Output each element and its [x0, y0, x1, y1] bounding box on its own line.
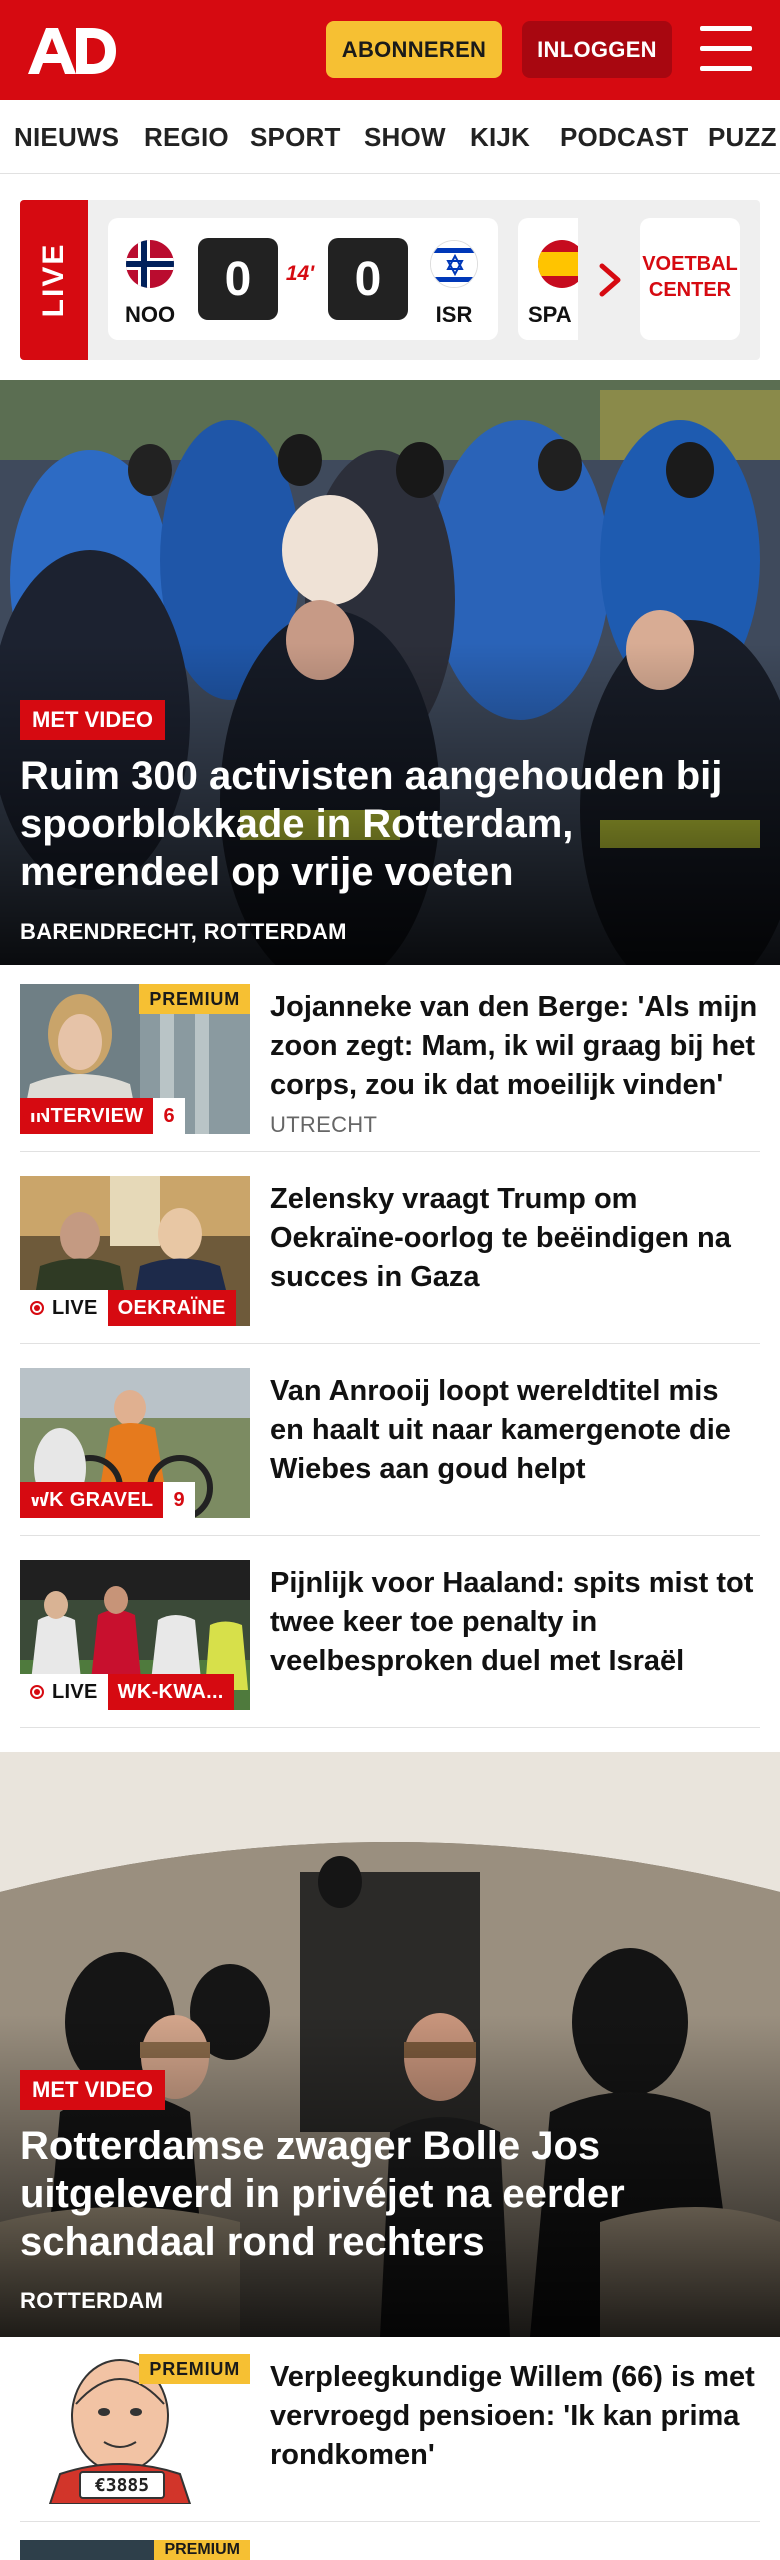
home-score: 0 [198, 238, 278, 320]
nav-item-puzzel[interactable]: PUZZ [708, 122, 777, 153]
comment-icon [21, 1099, 43, 1117]
nav-item-sport[interactable]: SPORT [250, 122, 341, 153]
ad-logo[interactable] [26, 26, 118, 76]
price-plate: €3885 [94, 2475, 150, 2496]
match-card[interactable]: NOO 0 14' 0 ISR [108, 218, 498, 340]
article-location: UTRECHT [270, 1112, 378, 1137]
nav-item-nieuws[interactable]: NIEUWS [14, 122, 119, 153]
next-match-card[interactable]: SPA [518, 218, 578, 340]
article-tag: OEKRAÏNE [107, 1290, 236, 1326]
article-thumbnail: LIVE OEKRAÏNE [20, 1176, 250, 1326]
away-team-code: ISR [435, 302, 473, 327]
hero-article-1[interactable]: MET VIDEO Ruim 300 activisten aangehoude… [0, 380, 780, 965]
live-dot-icon [30, 1685, 44, 1699]
norway-flag-icon [126, 240, 174, 288]
home-team-code: NOO [124, 302, 176, 327]
article-thumbnail: LIVE WK-KWA... [20, 1560, 250, 1710]
hero-title[interactable]: Rotterdamse zwager Bolle Jos uitgeleverd… [20, 2122, 760, 2266]
list-item[interactable]: PREMIUM INTERVIEW 6 Jojanneke van den Be… [20, 966, 760, 1152]
article-title[interactable]: Jojanneke van den Berge: 'Als mijn zoon … [270, 988, 760, 1105]
article-thumbnail: WK GRAVEL 9 [20, 1368, 250, 1518]
comment-count[interactable]: 6 [21, 1098, 185, 1134]
away-score: 0 [328, 238, 408, 320]
spain-flag-icon [538, 240, 578, 288]
comment-icon [21, 1483, 43, 1501]
article-title[interactable]: Van Anrooij loopt wereldtitel mis en haa… [270, 1372, 760, 1489]
article-thumbnail-partial: PREMIUM [20, 2540, 250, 2560]
video-badge: MET VIDEO [20, 700, 166, 740]
list-item[interactable]: LIVE OEKRAÏNE Zelensky vraagt Trump om O… [20, 1158, 760, 1344]
live-badge: LIVE [20, 1290, 108, 1326]
next-team-code: SPA [528, 302, 572, 327]
live-label: LIVE [20, 200, 88, 360]
top-bar: ABONNEREN INLOGGEN [0, 0, 780, 100]
article-title[interactable]: Pijnlijk voor Haaland: spits mist tot tw… [270, 1564, 760, 1681]
subscribe-button[interactable]: ABONNEREN [326, 21, 502, 78]
login-button[interactable]: INLOGGEN [522, 21, 672, 78]
video-badge: MET VIDEO [20, 2070, 166, 2110]
article-thumbnail: PREMIUM INTERVIEW 6 [20, 984, 250, 1134]
live-scores-panel: LIVE NOO 0 14' 0 ISR SPA VOETBAL CENTER [20, 200, 760, 360]
nav-item-podcast[interactable]: PODCAST [560, 122, 689, 153]
live-badge: LIVE [20, 1674, 108, 1710]
hero-location: BARENDRECHT, ROTTERDAM [20, 919, 347, 944]
voetbal-center-button[interactable]: VOETBAL CENTER [640, 218, 740, 340]
premium-badge: PREMIUM [139, 984, 250, 1014]
article-title[interactable]: Verpleegkundige Willem (66) is met vervr… [270, 2358, 760, 2475]
article-tag: WK-KWA... [107, 1674, 234, 1710]
israel-flag-icon [430, 240, 478, 288]
list-item[interactable]: €3885 PREMIUM Verpleegkundige Willem (66… [20, 2336, 760, 2522]
live-dot-icon [30, 1301, 44, 1315]
nav-item-show[interactable]: SHOW [364, 122, 446, 153]
nav-item-kijk[interactable]: KIJK [470, 122, 530, 153]
hero-location: ROTTERDAM [20, 2288, 164, 2313]
nav-item-regio[interactable]: REGIO [144, 122, 229, 153]
article-title[interactable]: Zelensky vraagt Trump om Oekraïne-oorlog… [270, 1180, 760, 1297]
list-item[interactable]: WK GRAVEL 9 Van Anrooij loopt wereldtite… [20, 1350, 760, 1536]
hero-article-2[interactable]: MET VIDEO Rotterdamse zwager Bolle Jos u… [0, 1752, 780, 2337]
section-nav: NIEUWS REGIO SPORT SHOW KIJK PODCAST PUZ… [0, 100, 780, 174]
list-item[interactable]: LIVE WK-KWA... Pijnlijk voor Haaland: sp… [20, 1542, 760, 1728]
comment-count[interactable]: 9 [21, 1482, 195, 1518]
hero-title[interactable]: Ruim 300 activisten aangehouden bij spoo… [20, 752, 760, 896]
premium-badge: PREMIUM [154, 2540, 250, 2560]
menu-icon[interactable] [700, 26, 752, 72]
chevron-right-icon[interactable] [590, 258, 630, 302]
premium-badge: PREMIUM [139, 2354, 250, 2384]
match-minute: 14' [285, 262, 315, 285]
article-thumbnail: €3885 PREMIUM [20, 2354, 250, 2504]
